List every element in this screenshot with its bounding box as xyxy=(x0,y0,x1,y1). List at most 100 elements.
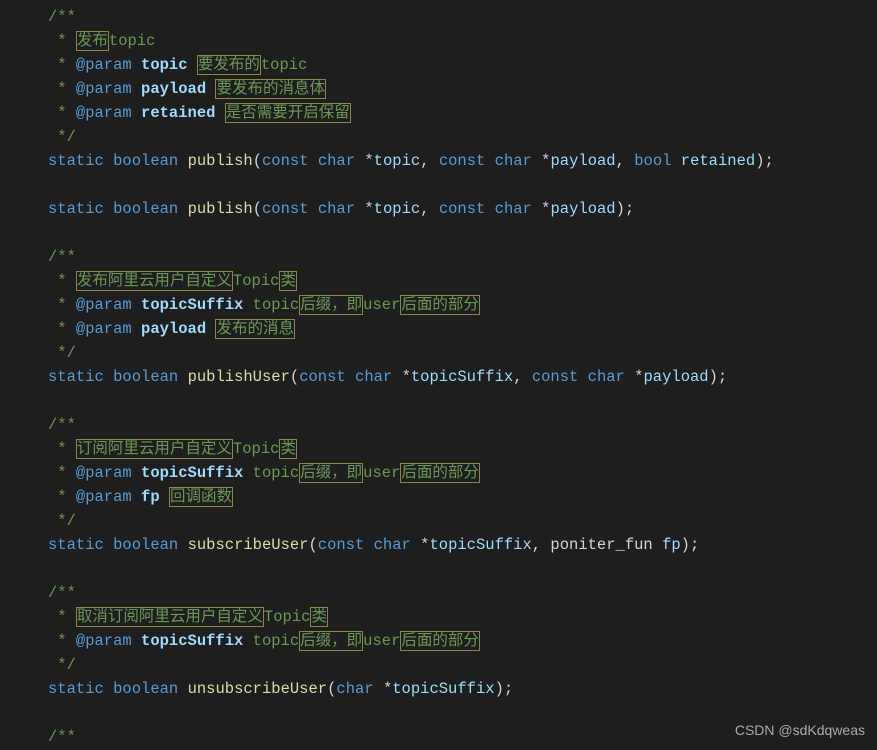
doc-text: topic xyxy=(261,56,308,74)
param-name: topic xyxy=(374,152,421,170)
doc-star: * xyxy=(48,488,76,506)
kw-boolean: boolean xyxy=(113,680,178,698)
kw-const: const xyxy=(262,200,309,218)
code-line: * @param payload 要发布的消息体 xyxy=(48,78,877,102)
code-line: static boolean unsubscribeUser(char *top… xyxy=(48,678,877,702)
doc-desc: 回调函数 xyxy=(169,487,233,507)
comma: , xyxy=(616,152,625,170)
end: ); xyxy=(709,368,728,386)
doc-desc: 类 xyxy=(279,271,297,291)
fn-name: unsubscribeUser xyxy=(188,680,328,698)
doc-text: Topic xyxy=(233,440,280,458)
comma: , xyxy=(513,368,522,386)
doc-star: * xyxy=(48,464,76,482)
paren: ( xyxy=(308,536,317,554)
comma: , xyxy=(532,536,541,554)
fn-name: subscribeUser xyxy=(188,536,309,554)
kw-const: const xyxy=(439,152,486,170)
code-area[interactable]: /** * 发布topic * @param topic 要发布的topic *… xyxy=(30,0,877,750)
param-name: payload xyxy=(644,368,709,386)
type-char: char xyxy=(495,152,532,170)
doc-desc: 类 xyxy=(310,607,328,627)
star: * xyxy=(634,368,643,386)
type-char: char xyxy=(355,368,392,386)
doc-param-name: fp xyxy=(132,488,169,506)
code-editor[interactable]: /** * 发布topic * @param topic 要发布的topic *… xyxy=(0,0,877,750)
doc-param-name: topic xyxy=(132,56,197,74)
doc-desc: 要发布的消息体 xyxy=(215,79,326,99)
blank-line xyxy=(48,390,877,414)
end: ); xyxy=(495,680,514,698)
code-line: /** xyxy=(48,414,877,438)
type-char: char xyxy=(318,152,355,170)
end: ); xyxy=(755,152,774,170)
kw-boolean: boolean xyxy=(113,368,178,386)
watermark-text: CSDN @sdKdqweas xyxy=(735,720,865,742)
doc-tag-param: @param xyxy=(76,320,132,338)
code-line: */ xyxy=(48,342,877,366)
doc-open: /** xyxy=(48,584,76,602)
kw-static: static xyxy=(48,536,104,554)
doc-tag-param: @param xyxy=(76,80,132,98)
doc-param-name: retained xyxy=(132,104,225,122)
doc-text: topic xyxy=(253,464,300,482)
star: * xyxy=(402,368,411,386)
doc-star: * xyxy=(48,296,76,314)
code-line: static boolean subscribeUser(const char … xyxy=(48,534,877,558)
kw-boolean: boolean xyxy=(113,536,178,554)
doc-open: /** xyxy=(48,416,76,434)
doc-text: Topic xyxy=(233,272,280,290)
doc-star: * xyxy=(48,632,76,650)
fn-name: publish xyxy=(188,152,253,170)
type-char: char xyxy=(374,536,411,554)
code-line: */ xyxy=(48,126,877,150)
code-line: /** xyxy=(48,246,877,270)
paren: ( xyxy=(253,200,262,218)
kw-boolean: boolean xyxy=(113,152,178,170)
doc-open: /** xyxy=(48,728,76,746)
fn-name: publish xyxy=(188,200,253,218)
doc-star: * xyxy=(48,32,76,50)
param-name: topicSuffix xyxy=(392,680,494,698)
code-line: * 发布topic xyxy=(48,30,877,54)
kw-static: static xyxy=(48,152,104,170)
doc-desc: 后面的部分 xyxy=(400,631,480,651)
doc-close: */ xyxy=(48,128,76,146)
type-char: char xyxy=(495,200,532,218)
doc-desc: 发布阿里云用户自定义 xyxy=(76,271,233,291)
doc-tag-param: @param xyxy=(76,464,132,482)
comma: , xyxy=(420,152,429,170)
doc-desc: 取消订阅阿里云用户自定义 xyxy=(76,607,264,627)
comma: , xyxy=(420,200,429,218)
paren: ( xyxy=(327,680,336,698)
doc-desc: 订阅阿里云用户自定义 xyxy=(76,439,233,459)
doc-tag-param: @param xyxy=(76,488,132,506)
doc-desc: 后面的部分 xyxy=(400,295,480,315)
doc-param-name: topicSuffix xyxy=(132,296,253,314)
fn-name: publishUser xyxy=(188,368,290,386)
param-name: retained xyxy=(681,152,755,170)
doc-star: * xyxy=(48,56,76,74)
paren: ( xyxy=(290,368,299,386)
kw-const: const xyxy=(439,200,486,218)
doc-desc: 后缀，即 xyxy=(299,631,363,651)
doc-text: Topic xyxy=(264,608,311,626)
end: ); xyxy=(616,200,635,218)
doc-desc: 发布 xyxy=(76,31,109,51)
kw-boolean: boolean xyxy=(113,200,178,218)
param-name: payload xyxy=(550,152,615,170)
kw-const: const xyxy=(318,536,365,554)
blank-line xyxy=(48,174,877,198)
star: * xyxy=(383,680,392,698)
code-line: static boolean publishUser(const char *t… xyxy=(48,366,877,390)
kw-static: static xyxy=(48,680,104,698)
code-line: * 取消订阅阿里云用户自定义Topic类 xyxy=(48,606,877,630)
code-line: * @param fp 回调函数 xyxy=(48,486,877,510)
doc-desc: 后缀，即 xyxy=(299,463,363,483)
doc-close: */ xyxy=(48,344,76,362)
type-poniter-fun: poniter_fun xyxy=(550,536,652,554)
star: * xyxy=(364,200,373,218)
doc-param-name: topicSuffix xyxy=(132,632,253,650)
doc-star: * xyxy=(48,272,76,290)
star: * xyxy=(364,152,373,170)
